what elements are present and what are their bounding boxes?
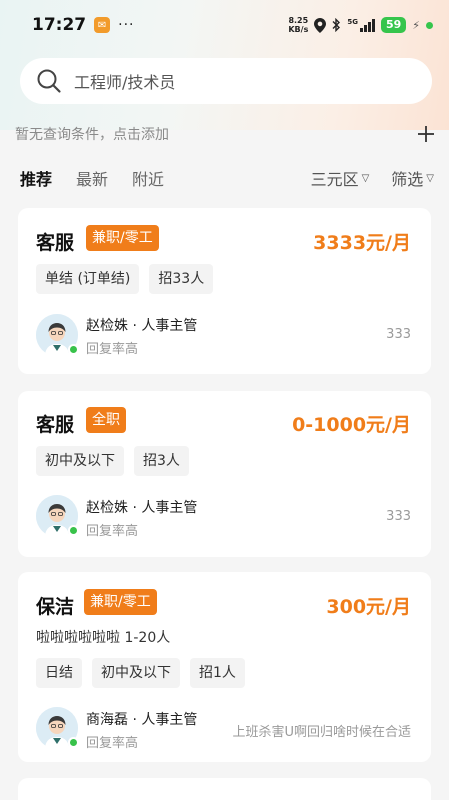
- tab-recommended[interactable]: 推荐: [20, 166, 52, 190]
- job-card[interactable]: 客服 全职 0-1000元/月 初中及以下 招3人 赵检姝 · 人事主管 回复率…: [18, 391, 431, 557]
- job-card[interactable]: 保洁 兼职/零工 300元/月 啦啦啦啦啦啦 1-20人 日结 初中及以下 招1…: [18, 572, 431, 762]
- job-chip: 初中及以下: [92, 658, 180, 688]
- district-dropdown[interactable]: 三元区 ▽: [311, 166, 370, 190]
- filter-label: 筛选: [391, 170, 424, 189]
- job-chip: 招33人: [149, 264, 214, 294]
- status-dot-icon: [426, 21, 433, 29]
- search-input[interactable]: 工程师/技术员: [20, 58, 432, 104]
- app-notification-icon: ✉: [94, 17, 111, 33]
- filter-dropdown[interactable]: 筛选 ▽: [391, 166, 434, 190]
- job-description: 啦啦啦啦啦啦 1-20人: [36, 630, 171, 646]
- job-chip: 日结: [36, 658, 82, 688]
- job-title: 保洁: [36, 596, 75, 618]
- tab-latest[interactable]: 最新: [76, 166, 108, 190]
- recruiter-name: 赵检姝 · 人事主管: [86, 500, 198, 516]
- charging-icon: ⚡: [412, 18, 420, 32]
- job-type-badge: 兼职/零工: [86, 225, 159, 251]
- job-title: 客服: [36, 414, 75, 436]
- network-speed-unit: KB/s: [288, 25, 309, 34]
- online-status-icon: [68, 737, 79, 748]
- job-chip: 初中及以下: [36, 446, 124, 476]
- company-name: 333: [386, 327, 411, 342]
- reply-rate: 回复率高: [86, 736, 139, 751]
- reply-rate: 回复率高: [86, 524, 139, 539]
- recruiter-name: 商海磊 · 人事主管: [86, 712, 198, 728]
- company-name: 333: [386, 509, 411, 524]
- job-salary: 3333元/月: [313, 232, 411, 254]
- reply-rate: 回复率高: [86, 342, 139, 357]
- battery-icon: 59: [380, 17, 407, 33]
- tab-nearby[interactable]: 附近: [132, 166, 164, 190]
- job-chips: 日结 初中及以下 招1人: [36, 658, 245, 688]
- avatar: [36, 707, 79, 749]
- job-card[interactable]: 客服 兼职/零工 3333元/月 单结 (订单结) 招33人 赵检姝 · 人事主…: [18, 208, 431, 374]
- job-title: 客服: [36, 232, 75, 254]
- search-placeholder: 工程师/技术员: [74, 73, 176, 92]
- job-chip: 招1人: [190, 658, 245, 688]
- more-notifications-icon: ···: [118, 17, 135, 33]
- chevron-down-icon: ▽: [361, 172, 370, 184]
- bluetooth-icon: [332, 18, 341, 32]
- job-type-badge: 全职: [86, 407, 126, 433]
- job-type-badge: 兼职/零工: [84, 589, 157, 615]
- status-bar: 17:27 ✉ ··· 8.25 KB/s 5G 59 ⚡: [0, 0, 449, 50]
- query-hint-row[interactable]: 暂无查询条件，点击添加: [15, 122, 435, 146]
- job-chip: 招3人: [134, 446, 189, 476]
- online-status-icon: [68, 525, 79, 536]
- signal-icon: 5G: [347, 18, 375, 32]
- status-time: 17:27: [32, 15, 87, 35]
- add-condition-icon[interactable]: [417, 125, 435, 143]
- job-salary: 0-1000元/月: [292, 414, 411, 436]
- job-salary: 300元/月: [326, 596, 411, 618]
- job-card[interactable]: [18, 778, 431, 800]
- job-chips: 单结 (订单结) 招33人: [36, 264, 214, 294]
- query-hint: 暂无查询条件，点击添加: [15, 127, 169, 143]
- network-type: 5G: [347, 18, 358, 26]
- job-chip: 单结 (订单结): [36, 264, 140, 294]
- online-status-icon: [68, 344, 79, 355]
- district-label: 三元区: [310, 170, 359, 189]
- network-speed-value: 8.25: [288, 16, 309, 25]
- company-name: 上班杀害U啊回归啥时候在合适: [232, 725, 411, 740]
- chevron-down-icon: ▽: [426, 172, 434, 184]
- avatar: [36, 495, 79, 537]
- avatar: [36, 314, 79, 356]
- network-speed: 8.25 KB/s: [288, 16, 308, 34]
- search-icon: [37, 69, 61, 93]
- job-chips: 初中及以下 招3人: [36, 446, 189, 476]
- job-tabs: 推荐 最新 附近 三元区 ▽ 筛选 ▽: [20, 165, 434, 191]
- location-icon: [314, 17, 327, 33]
- recruiter-name: 赵检姝 · 人事主管: [86, 318, 198, 334]
